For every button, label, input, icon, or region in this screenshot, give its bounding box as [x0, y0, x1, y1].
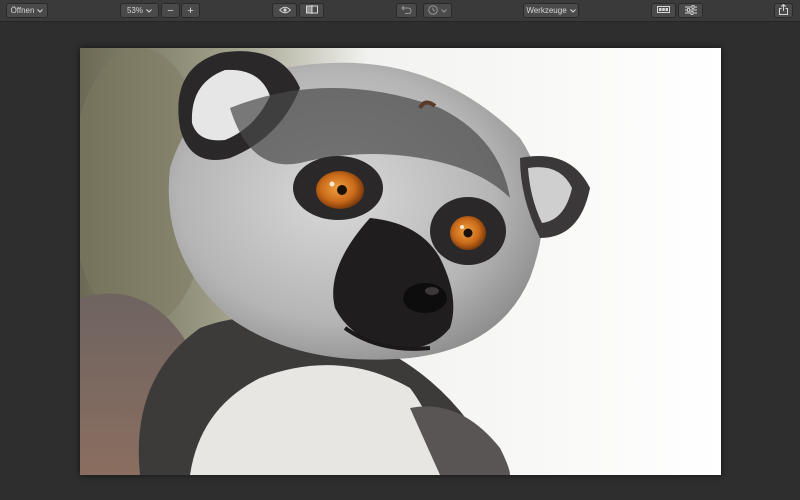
photo-preview[interactable] — [80, 48, 721, 475]
lemur-photo — [80, 48, 721, 475]
zoom-out-button[interactable]: − — [161, 3, 180, 18]
eye-icon — [278, 6, 291, 16]
chevron-down-icon — [441, 8, 447, 13]
share-icon — [779, 3, 788, 17]
undo-icon — [401, 5, 412, 16]
zoom-out-label: − — [167, 4, 174, 17]
zoom-in-label: + — [187, 4, 194, 17]
zoom-in-button[interactable]: + — [181, 3, 200, 18]
share-button[interactable] — [774, 3, 793, 18]
chevron-down-icon — [37, 8, 44, 13]
open-menu-button[interactable]: Öffnen — [6, 3, 48, 18]
tools-menu-button[interactable]: Werkzeuge — [523, 3, 579, 18]
split-compare-icon — [305, 5, 318, 16]
history-clock-icon — [428, 4, 438, 17]
zoom-level-value: 53% — [126, 6, 143, 15]
zoom-level-dropdown[interactable]: 53% — [120, 3, 159, 18]
preview-toggle-button[interactable] — [272, 3, 297, 18]
undo-button[interactable] — [396, 3, 417, 18]
adjustments-panel-button[interactable] — [678, 3, 703, 18]
compare-view-button[interactable] — [299, 3, 324, 18]
chevron-down-icon — [146, 8, 152, 13]
sliders-icon — [684, 4, 697, 17]
top-toolbar: Öffnen 53% − + Werkzeuge — [0, 0, 800, 22]
filmstrip-toggle-button[interactable] — [651, 3, 676, 18]
tools-menu-label: Werkzeuge — [526, 6, 567, 15]
open-menu-label: Öffnen — [10, 6, 35, 15]
history-dropdown[interactable] — [423, 3, 452, 18]
chevron-down-icon — [569, 8, 576, 13]
filmstrip-icon — [657, 6, 670, 15]
